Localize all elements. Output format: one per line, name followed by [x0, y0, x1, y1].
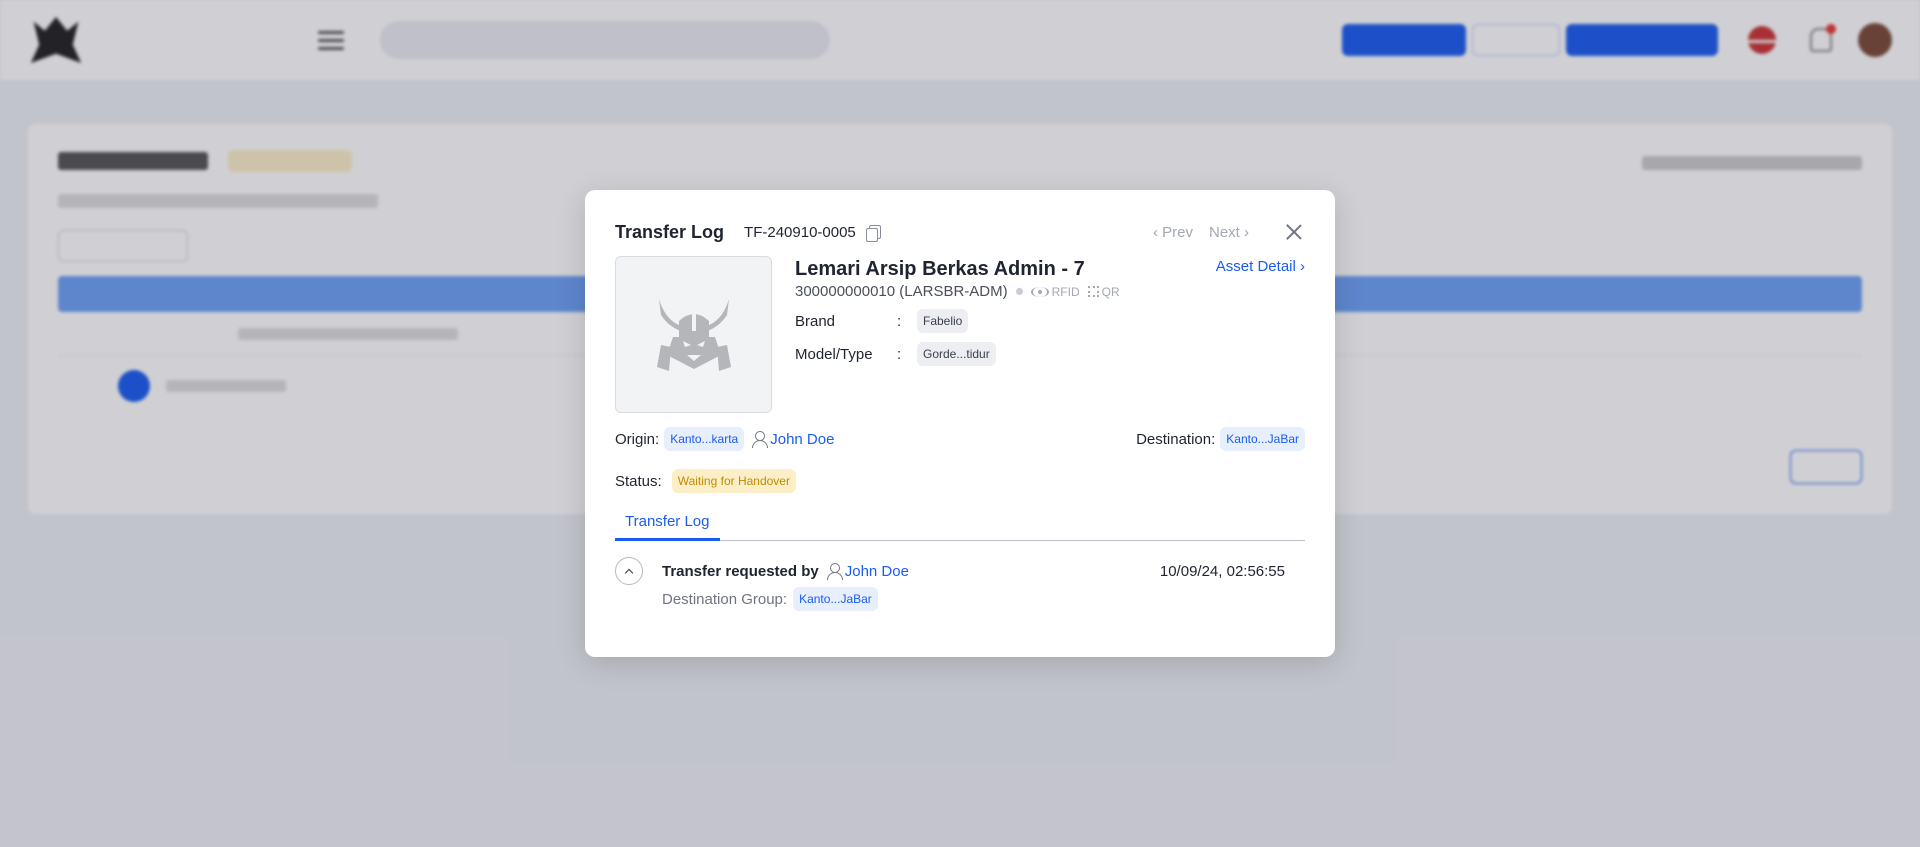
rfid-icon: [1030, 286, 1049, 297]
asset-code-row: 300000000010 (LARSBR-ADM) RFID QR: [795, 283, 1120, 300]
modal-tabs: Transfer Log: [615, 507, 1305, 541]
origin-chip[interactable]: Kanto...karta: [664, 427, 745, 451]
log-entry-body: Transfer requested by John Doe 10/09/24,…: [662, 557, 1305, 611]
modal-header: Transfer Log TF-240910-0005 ‹ Prev Next …: [615, 220, 1305, 244]
rfid-tag: RFID: [1030, 284, 1080, 299]
asset-info: Lemari Arsip Berkas Admin - 7 3000000000…: [795, 256, 1120, 413]
rfid-label: RFID: [1051, 284, 1080, 299]
prev-button[interactable]: ‹ Prev: [1153, 224, 1193, 241]
brand-label: Brand: [795, 312, 836, 330]
origin-person-link[interactable]: John Doe: [770, 431, 834, 448]
copy-icon[interactable]: [865, 224, 881, 242]
destination-group-chip[interactable]: Kanto...JaBar: [793, 587, 878, 611]
status-row: Status: Waiting for Handover: [615, 469, 1305, 493]
close-icon[interactable]: [1283, 221, 1305, 243]
destination-label: Destination:: [1136, 430, 1216, 448]
brand-value: Fabelio: [917, 309, 969, 333]
person-icon: [752, 431, 769, 448]
destination-group-label: Destination Group:: [662, 590, 788, 608]
tab-transfer-log[interactable]: Transfer Log: [615, 507, 720, 541]
log-timestamp: 10/09/24, 02:56:55: [1159, 562, 1285, 580]
record-nav: ‹ Prev Next ›: [1153, 224, 1249, 241]
origin-destination-row: Origin: Kanto...karta John Doe Destinati…: [615, 427, 1305, 451]
qr-icon: [1087, 286, 1099, 297]
asset-code: 300000000010 (LARSBR-ADM): [795, 283, 1008, 300]
status-badge: Waiting for Handover: [671, 469, 796, 493]
log-action: Transfer requested by: [662, 562, 819, 580]
destination-group: Destination: Kanto...JaBar: [1136, 427, 1305, 451]
origin-label: Origin:: [615, 430, 660, 448]
model-label: Model/Type: [795, 345, 873, 363]
log-entry-detail: Destination Group: Kanto...JaBar: [662, 587, 1305, 611]
chevron-up-icon: [624, 568, 634, 577]
asset-name: Lemari Arsip Berkas Admin - 7: [795, 258, 1085, 280]
asset-detail-link[interactable]: Asset Detail ›: [1216, 258, 1305, 275]
model-value: Gorde...tidur: [917, 342, 996, 366]
brand-row: Brand : Fabelio: [795, 309, 1120, 333]
log-entry: Transfer requested by John Doe 10/09/24,…: [615, 557, 1305, 611]
collapse-toggle-button[interactable]: [615, 557, 643, 585]
transfer-code: TF-240910-0005: [744, 223, 856, 241]
separator-dot: [1015, 288, 1023, 295]
transfer-log-modal: Transfer Log TF-240910-0005 ‹ Prev Next …: [585, 190, 1335, 657]
model-row: Model/Type : Gorde...tidur: [795, 342, 1120, 366]
qr-label: QR: [1101, 284, 1120, 299]
person-icon: [826, 563, 843, 580]
log-entry-header: Transfer requested by John Doe 10/09/24,…: [662, 557, 1305, 585]
modal-title: Transfer Log: [615, 221, 725, 242]
asset-summary: Lemari Arsip Berkas Admin - 7 3000000000…: [615, 256, 1305, 413]
status-label: Status:: [615, 472, 662, 490]
placeholder-logo-icon: [656, 298, 731, 371]
log-person-link[interactable]: John Doe: [845, 563, 909, 580]
asset-thumbnail: [615, 256, 772, 413]
qr-tag: QR: [1087, 284, 1120, 299]
model-colon: :: [897, 345, 902, 363]
next-button[interactable]: Next ›: [1209, 224, 1249, 241]
brand-colon: :: [897, 312, 902, 330]
destination-chip[interactable]: Kanto...JaBar: [1220, 427, 1305, 451]
